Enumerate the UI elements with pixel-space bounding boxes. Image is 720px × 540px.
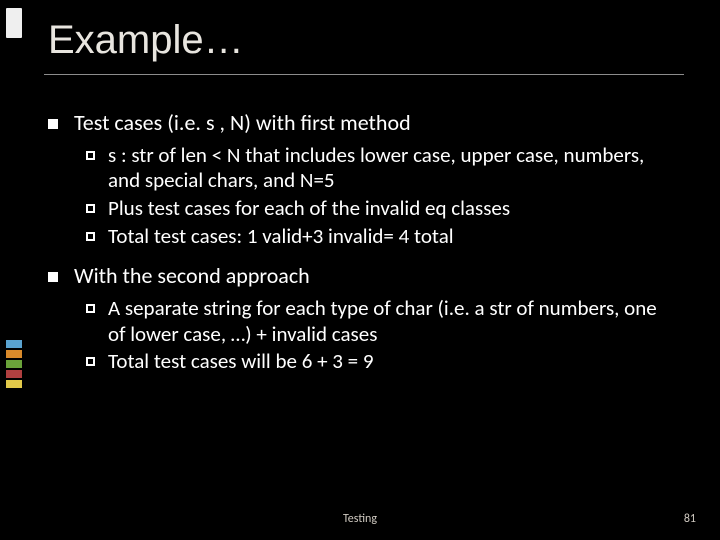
accent-color-5 bbox=[6, 380, 22, 388]
bullet-2-sub-1: A separate string for each type of char … bbox=[48, 296, 668, 347]
slide-title: Example… bbox=[48, 18, 244, 63]
bullet-1-subs: s : str of len < N that includes lower c… bbox=[48, 143, 668, 249]
page-number: 81 bbox=[684, 512, 696, 526]
accent-color-3 bbox=[6, 360, 22, 368]
accent-color-4 bbox=[6, 370, 22, 378]
bullet-1-sub-3: Total test cases: 1 valid+3 invalid= 4 t… bbox=[48, 224, 668, 250]
bullet-1-sub-2: Plus test cases for each of the invalid … bbox=[48, 196, 668, 222]
slide: Example… Test cases (i.e. s , N) with fi… bbox=[0, 0, 720, 540]
title-underline bbox=[44, 74, 684, 75]
footer-label: Testing bbox=[0, 512, 720, 526]
bullet-2: With the second approach bbox=[48, 263, 668, 290]
slide-body: Test cases (i.e. s , N) with first metho… bbox=[48, 110, 668, 389]
bullet-1-sub-1: s : str of len < N that includes lower c… bbox=[48, 143, 668, 194]
bullet-2-subs: A separate string for each type of char … bbox=[48, 296, 668, 375]
accent-color-stack bbox=[6, 340, 22, 390]
accent-color-2 bbox=[6, 350, 22, 358]
accent-sidebar bbox=[0, 0, 28, 540]
accent-top-block bbox=[6, 8, 22, 38]
bullet-2-sub-2: Total test cases will be 6 + 3 = 9 bbox=[48, 349, 668, 375]
bullet-1: Test cases (i.e. s , N) with first metho… bbox=[48, 110, 668, 137]
accent-color-1 bbox=[6, 340, 22, 348]
